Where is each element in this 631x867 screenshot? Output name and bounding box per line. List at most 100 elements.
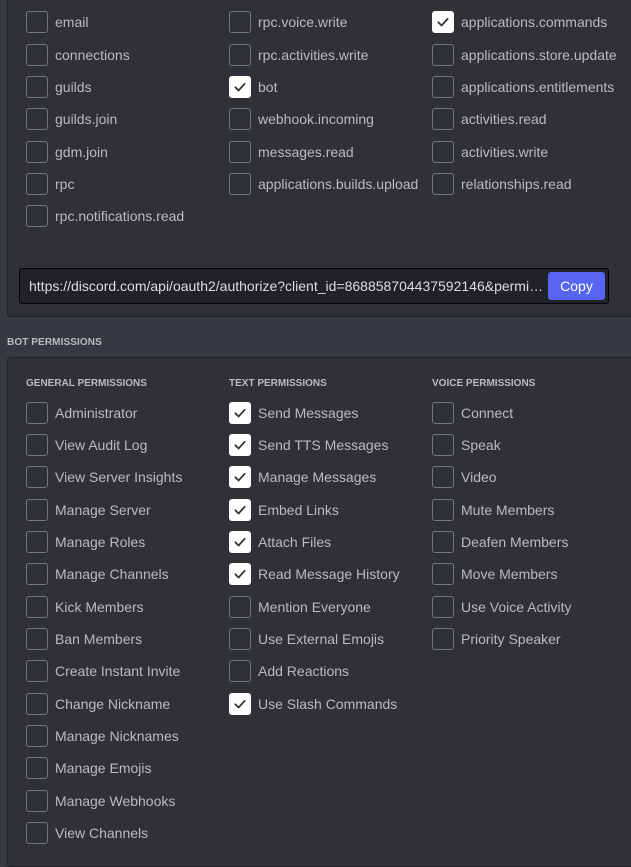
checkbox-manage-nicknames[interactable]: Manage Nicknames [26, 725, 179, 747]
checkbox-unchecked[interactable] [432, 108, 454, 130]
checkbox-unchecked[interactable] [26, 563, 48, 585]
checkbox-checked[interactable] [229, 434, 251, 456]
checkbox-applications-entitlements[interactable]: applications.entitlements [432, 76, 614, 98]
checkbox-embed-links[interactable]: Embed Links [229, 499, 339, 521]
checkbox-unchecked[interactable] [229, 173, 251, 195]
checkbox-manage-channels[interactable]: Manage Channels [26, 563, 169, 585]
checkbox-applications-commands[interactable]: applications.commands [432, 11, 607, 33]
generated-url-text[interactable]: https://discord.com/api/oauth2/authorize… [20, 278, 548, 294]
checkbox-checked[interactable] [229, 76, 251, 98]
checkbox-manage-messages[interactable]: Manage Messages [229, 466, 376, 488]
checkbox-unchecked[interactable] [26, 660, 48, 682]
checkbox-view-server-insights[interactable]: View Server Insights [26, 466, 182, 488]
checkbox-create-instant-invite[interactable]: Create Instant Invite [26, 660, 180, 682]
checkbox-guilds[interactable]: guilds [26, 76, 92, 98]
checkbox-change-nickname[interactable]: Change Nickname [26, 693, 170, 715]
checkbox-unchecked[interactable] [26, 693, 48, 715]
checkbox-unchecked[interactable] [432, 434, 454, 456]
checkbox-view-audit-log[interactable]: View Audit Log [26, 434, 147, 456]
checkbox-applications-builds-upload[interactable]: applications.builds.upload [229, 173, 418, 195]
checkbox-unchecked[interactable] [432, 173, 454, 195]
checkbox-connections[interactable]: connections [26, 44, 130, 66]
checkbox-rpc[interactable]: rpc [26, 173, 74, 195]
checkbox-webhook-incoming[interactable]: webhook.incoming [229, 108, 374, 130]
checkbox-guilds-join[interactable]: guilds.join [26, 108, 117, 130]
checkbox-unchecked[interactable] [229, 596, 251, 618]
checkbox-checked[interactable] [229, 466, 251, 488]
checkbox-send-messages[interactable]: Send Messages [229, 402, 358, 424]
checkbox-unchecked[interactable] [26, 108, 48, 130]
checkbox-use-slash-commands[interactable]: Use Slash Commands [229, 693, 397, 715]
checkbox-unchecked[interactable] [432, 44, 454, 66]
checkbox-unchecked[interactable] [432, 531, 454, 553]
checkbox-unchecked[interactable] [26, 596, 48, 618]
checkbox-manage-webhooks[interactable]: Manage Webhooks [26, 790, 175, 812]
checkbox-rpc-activities-write[interactable]: rpc.activities.write [229, 44, 368, 66]
checkbox-unchecked[interactable] [26, 531, 48, 553]
checkbox-unchecked[interactable] [26, 44, 48, 66]
checkbox-unchecked[interactable] [26, 205, 48, 227]
checkbox-unchecked[interactable] [229, 44, 251, 66]
checkbox-manage-emojis[interactable]: Manage Emojis [26, 757, 152, 779]
checkbox-gdm-join[interactable]: gdm.join [26, 141, 108, 163]
checkbox-unchecked[interactable] [432, 466, 454, 488]
checkbox-checked[interactable] [229, 563, 251, 585]
checkbox-activities-write[interactable]: activities.write [432, 141, 548, 163]
checkbox-unchecked[interactable] [26, 173, 48, 195]
checkbox-unchecked[interactable] [432, 76, 454, 98]
checkbox-checked[interactable] [229, 531, 251, 553]
checkbox-rpc-voice-write[interactable]: rpc.voice.write [229, 11, 347, 33]
checkbox-read-message-history[interactable]: Read Message History [229, 563, 400, 585]
checkbox-send-tts-messages[interactable]: Send TTS Messages [229, 434, 388, 456]
checkbox-unchecked[interactable] [432, 596, 454, 618]
checkbox-add-reactions[interactable]: Add Reactions [229, 660, 349, 682]
checkbox-unchecked[interactable] [26, 402, 48, 424]
checkbox-checked[interactable] [229, 499, 251, 521]
checkbox-unchecked[interactable] [26, 11, 48, 33]
checkbox-mute-members[interactable]: Mute Members [432, 499, 554, 521]
checkbox-attach-files[interactable]: Attach Files [229, 531, 331, 553]
checkbox-checked[interactable] [229, 693, 251, 715]
checkbox-unchecked[interactable] [229, 660, 251, 682]
checkbox-video[interactable]: Video [432, 466, 497, 488]
checkbox-unchecked[interactable] [26, 434, 48, 456]
checkbox-applications-store-update[interactable]: applications.store.update [432, 44, 617, 66]
checkbox-speak[interactable]: Speak [432, 434, 501, 456]
checkbox-rpc-notifications-read[interactable]: rpc.notifications.read [26, 205, 184, 227]
checkbox-unchecked[interactable] [229, 628, 251, 650]
checkbox-unchecked[interactable] [432, 499, 454, 521]
checkbox-unchecked[interactable] [432, 628, 454, 650]
checkbox-view-channels[interactable]: View Channels [26, 822, 148, 844]
checkbox-unchecked[interactable] [26, 466, 48, 488]
checkbox-bot[interactable]: bot [229, 76, 277, 98]
checkbox-unchecked[interactable] [432, 402, 454, 424]
checkbox-connect[interactable]: Connect [432, 402, 513, 424]
checkbox-checked[interactable] [432, 11, 454, 33]
checkbox-activities-read[interactable]: activities.read [432, 108, 547, 130]
checkbox-manage-roles[interactable]: Manage Roles [26, 531, 145, 553]
checkbox-unchecked[interactable] [26, 790, 48, 812]
checkbox-manage-server[interactable]: Manage Server [26, 499, 151, 521]
checkbox-relationships-read[interactable]: relationships.read [432, 173, 572, 195]
checkbox-administrator[interactable]: Administrator [26, 402, 137, 424]
checkbox-deafen-members[interactable]: Deafen Members [432, 531, 568, 553]
checkbox-unchecked[interactable] [432, 141, 454, 163]
checkbox-use-voice-activity[interactable]: Use Voice Activity [432, 596, 572, 618]
checkbox-ban-members[interactable]: Ban Members [26, 628, 142, 650]
checkbox-checked[interactable] [229, 402, 251, 424]
checkbox-move-members[interactable]: Move Members [432, 563, 557, 585]
checkbox-mention-everyone[interactable]: Mention Everyone [229, 596, 371, 618]
checkbox-unchecked[interactable] [26, 757, 48, 779]
checkbox-unchecked[interactable] [26, 822, 48, 844]
checkbox-unchecked[interactable] [432, 563, 454, 585]
checkbox-email[interactable]: email [26, 11, 88, 33]
checkbox-messages-read[interactable]: messages.read [229, 141, 354, 163]
checkbox-unchecked[interactable] [26, 76, 48, 98]
checkbox-unchecked[interactable] [229, 108, 251, 130]
checkbox-kick-members[interactable]: Kick Members [26, 596, 144, 618]
checkbox-use-external-emojis[interactable]: Use External Emojis [229, 628, 384, 650]
checkbox-unchecked[interactable] [229, 11, 251, 33]
checkbox-unchecked[interactable] [26, 141, 48, 163]
checkbox-unchecked[interactable] [26, 725, 48, 747]
checkbox-priority-speaker[interactable]: Priority Speaker [432, 628, 561, 650]
